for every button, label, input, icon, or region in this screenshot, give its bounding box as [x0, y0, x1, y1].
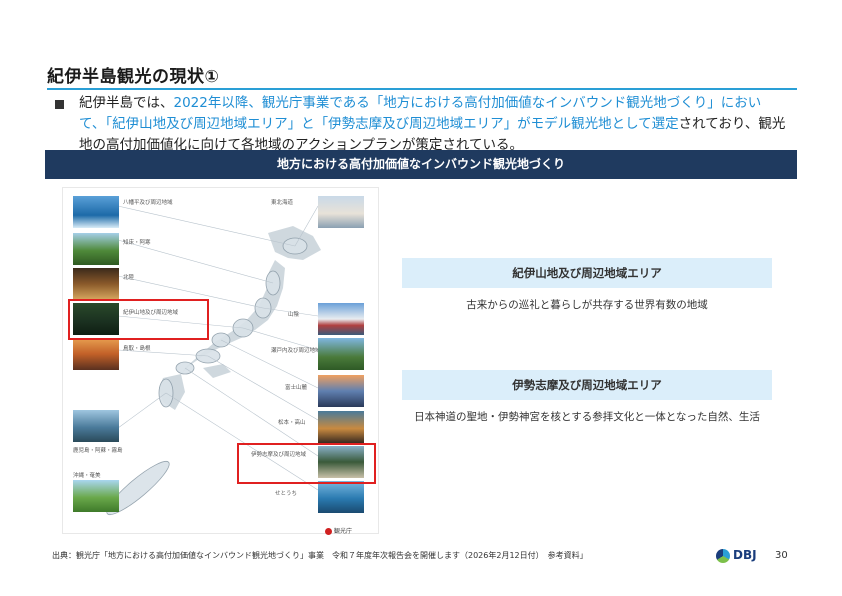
body-text-highlight: 2022年以降、観光庁事業である「地方における高付加価値なインバウンド観光地づく… [79, 95, 762, 132]
thumb-setouchi [318, 481, 364, 513]
label-tottori: 鳥取・島根 [123, 346, 151, 352]
label-setouchi: せとうち [275, 491, 298, 497]
thumb-fuji [318, 375, 364, 407]
thumb-matsumoto [318, 411, 364, 443]
source-note: 出典：観光庁「地方における高付加価値なインバウンド観光地づくり」事業 令和７年度… [52, 551, 588, 560]
label-hokuriku: 北陸 [123, 275, 135, 281]
bullet-square [55, 100, 64, 109]
thumb-hokuriku [73, 268, 119, 300]
thumb-kagoshima [73, 410, 119, 442]
section-banner: 地方における高付加価値なインバウンド観光地づくり [45, 150, 797, 179]
label-setouchi-area: 瀬戸内及び周辺地域 [271, 348, 321, 354]
area-heading-ise: 伊勢志摩及び周辺地域エリア [402, 370, 772, 400]
title-rule [47, 88, 797, 90]
label-matsumoto: 松本・高山 [278, 420, 306, 426]
thumb-sanin [318, 303, 364, 335]
label-fuji: 富士山麓 [285, 385, 308, 391]
highlight-box-ise [237, 443, 376, 484]
label-higashi-hokkaido: 東北海道 [271, 200, 294, 206]
dbj-logo-text: DBJ [733, 548, 757, 562]
agency-logo-text: 観光庁 [334, 528, 353, 535]
body-paragraph: 紀伊半島では、2022年以降、観光庁事業である「地方における高付加価値なインバウ… [79, 93, 787, 156]
area-description-ise: 日本神道の聖地・伊勢神宮を核とする参拝文化と一体となった自然、生活 [414, 411, 760, 423]
area-description-kii: 古来からの巡礼と暮らしが共存する世界有数の地域 [466, 299, 708, 311]
label-sanin: 山陰 [288, 312, 300, 318]
label-okinawa: 沖縄・奄美 [73, 473, 101, 479]
highlight-box-kii [68, 299, 209, 340]
thumb-shiretoko [73, 233, 119, 265]
agency-logo-mark [325, 528, 332, 535]
thumb-higashi-hokkaido [318, 196, 364, 228]
thumb-okinawa [73, 480, 119, 512]
dbj-logo-icon [716, 548, 730, 563]
thumb-setouchi-area [318, 338, 364, 370]
label-shiretoko: 知床・阿寒 [123, 240, 151, 246]
body-text-1: 紀伊半島では、 [79, 95, 174, 111]
area-heading-kii: 紀伊山地及び周辺地域エリア [402, 258, 772, 288]
thumb-tottori [73, 338, 119, 370]
thumb-hachimantai [73, 196, 119, 228]
page-title: 紀伊半島観光の現状① [47, 67, 220, 87]
shikoku-shape [203, 364, 231, 378]
agency-logo: 観光庁 [325, 526, 352, 535]
label-hachimantai: 八幡平及び周辺地域 [123, 200, 173, 206]
dbj-logo: DBJ [716, 548, 757, 563]
label-kagoshima: 鹿児島・阿蘇・霧島 [73, 448, 123, 454]
page-number: 30 [775, 550, 788, 561]
